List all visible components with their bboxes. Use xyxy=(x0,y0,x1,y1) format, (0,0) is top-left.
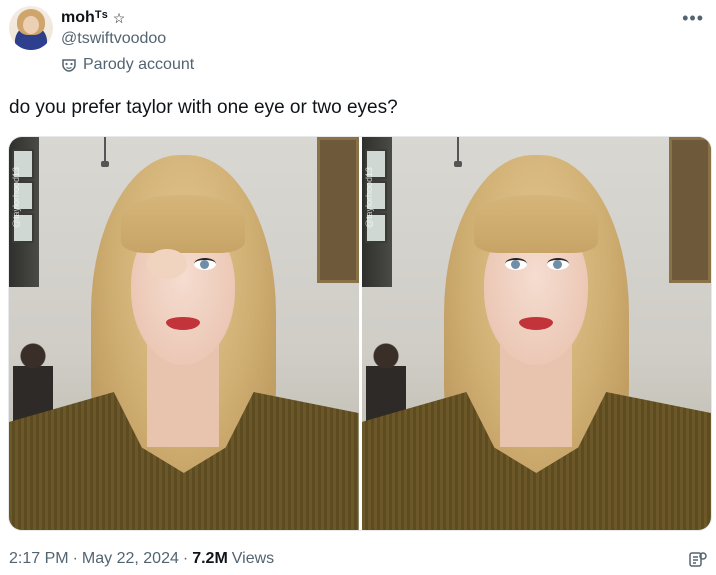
background-lamp xyxy=(101,137,109,167)
bangs xyxy=(121,195,245,253)
more-dots-icon[interactable]: ••• xyxy=(682,8,704,29)
eye-right xyxy=(194,258,216,270)
photo-right[interactable]: @taylorhood13 xyxy=(361,137,711,530)
background-lamp xyxy=(453,137,462,167)
photo-left[interactable]: @taylorhood13 xyxy=(9,137,359,530)
author-display-name[interactable]: mohᵀˢ xyxy=(61,9,108,27)
bookmark-grid-icon[interactable] xyxy=(688,550,708,570)
author-name-row: mohᵀˢ ☆ xyxy=(61,7,125,29)
image-watermark: @taylorhood13 xyxy=(11,167,21,229)
views-label: Views xyxy=(231,550,275,567)
avatar[interactable] xyxy=(9,6,53,50)
separator: · xyxy=(72,550,78,567)
eye-left xyxy=(504,258,527,270)
background-frame xyxy=(316,137,359,283)
tweet-footer: 2:17 PM · May 22, 2024 · 7.2M Views xyxy=(9,550,274,568)
views-count: 7.2M xyxy=(192,550,228,567)
star-icon: ☆ xyxy=(112,10,126,26)
tweet-text: do you prefer taylor with one eye or two… xyxy=(9,97,398,118)
avatar-face xyxy=(23,16,39,34)
author-handle[interactable]: @tswiftvoodoo xyxy=(61,30,166,48)
separator: · xyxy=(182,550,189,567)
mask-icon xyxy=(61,57,77,73)
avatar-dress xyxy=(15,36,47,50)
background-frame xyxy=(669,137,711,283)
tweet-date[interactable]: May 22, 2024 xyxy=(82,550,179,568)
tweet-time[interactable]: 2:17 PM xyxy=(9,550,69,568)
eye-patch xyxy=(147,249,187,279)
eye-right xyxy=(546,258,569,270)
bangs xyxy=(473,195,598,253)
parody-label-row: Parody account xyxy=(61,56,194,74)
parody-label: Parody account xyxy=(83,56,195,73)
image-watermark: @taylorhood13 xyxy=(363,167,374,229)
media-gallery[interactable]: @taylorhood13 @taylorhood13 xyxy=(8,136,712,531)
